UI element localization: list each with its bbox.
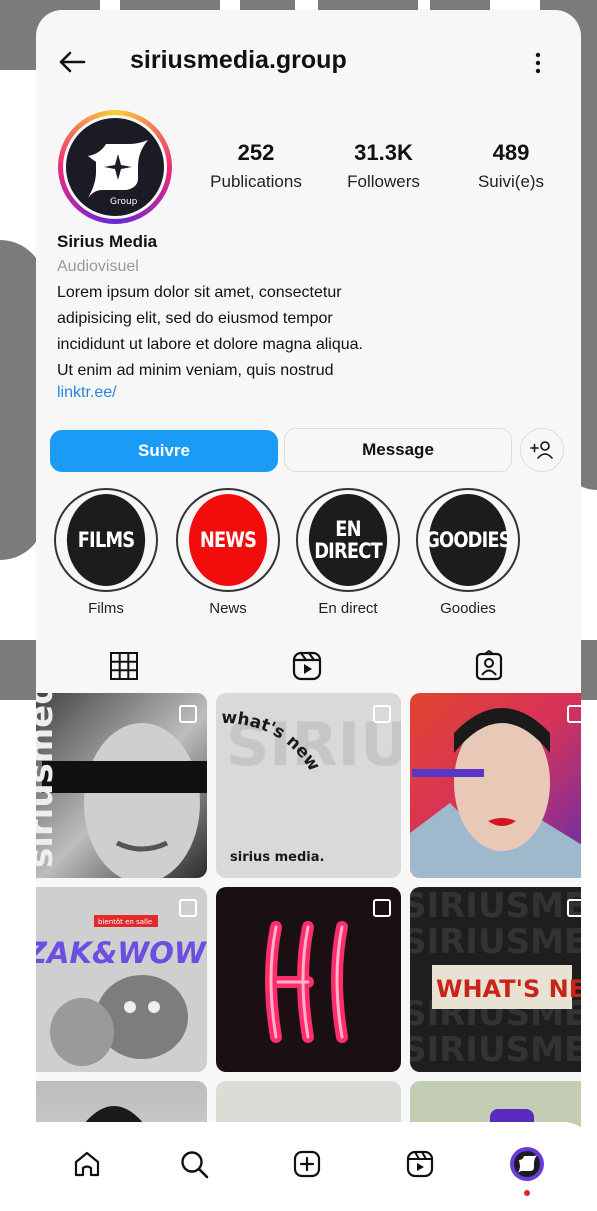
bio-link[interactable]: linktr.ee/ [57, 384, 557, 402]
profile-bio: Sirius Media Audiovisuel Lorem ipsum dol… [57, 232, 557, 402]
bottom-navigation [0, 1122, 597, 1211]
stat-label: Suivi(e)s [477, 172, 545, 191]
bio-line: Ut enim ad minim veniam, quis nostrud [57, 362, 334, 379]
notification-dot [524, 1190, 530, 1196]
multi-post-icon [179, 705, 197, 723]
grid-icon[interactable] [108, 650, 140, 682]
post-thumbnail[interactable] [410, 693, 581, 878]
multi-post-icon [567, 899, 581, 917]
stat-label: Publications [210, 172, 302, 191]
post-thumbnail[interactable]: SIRIUS what's new sirius media. [216, 693, 401, 878]
stat-followers[interactable]: 31.3K Followers [324, 140, 444, 192]
bio-line: incididunt ut labore et dolore magna ali… [57, 336, 363, 353]
highlight-cover-text: NEWS [199, 528, 257, 552]
post-thumbnail[interactable]: HI [216, 887, 401, 1072]
nav-create[interactable] [287, 1144, 327, 1184]
search-icon [181, 1151, 209, 1179]
post-overlay-text: WHAT'S NEW [436, 975, 581, 1003]
story-highlights: FILMS Films NEWS News EN DIRECT En direc… [54, 488, 574, 628]
highlight-cover-text: DIRECT [314, 539, 382, 563]
highlight-news[interactable]: NEWS News [176, 488, 280, 617]
phone-screen: siriusmedia.group Group 252 Publications… [36, 10, 581, 1150]
bio-text: Lorem ipsum dolor sit amet, consectetur … [57, 280, 557, 384]
highlight-en-direct[interactable]: EN DIRECT En direct [296, 488, 400, 617]
highlight-cover: NEWS [188, 494, 268, 586]
post-overlay-text: siriusmedia [36, 693, 61, 868]
create-icon [293, 1150, 321, 1178]
message-button[interactable]: Message [284, 428, 512, 472]
home-icon [74, 1151, 100, 1177]
profile-category: Audiovisuel [57, 258, 139, 275]
back-arrow-icon[interactable] [56, 46, 88, 78]
highlight-films[interactable]: FILMS Films [54, 488, 158, 617]
nav-home[interactable] [67, 1144, 107, 1184]
nav-reels[interactable] [400, 1144, 440, 1184]
stat-label: Followers [347, 172, 420, 191]
post-badge-text: bientôt en salle [98, 918, 152, 926]
highlight-label: News [209, 600, 247, 617]
profile-actions: Suivre Message [50, 428, 566, 472]
post-thumbnail[interactable]: SIRIUSMEDIA SIRIUSMEDIA SIRIUSMEDIA SIRI… [410, 887, 581, 1072]
nav-search[interactable] [174, 1144, 214, 1184]
stat-publications[interactable]: 252 Publications [196, 140, 316, 192]
add-person-icon [530, 441, 553, 459]
content-tabs [36, 644, 581, 688]
top-bar: siriusmedia.group [36, 40, 581, 84]
stat-value: 31.3K [354, 140, 413, 165]
sirius-logo-icon: Group [88, 140, 148, 207]
post-image: SIRIUSMEDIA SIRIUSMEDIA SIRIUSMEDIA SIRI… [410, 887, 581, 1070]
nav-profile[interactable] [507, 1144, 547, 1184]
post-overlay-text: ZAK&WOWO [36, 936, 207, 970]
background-shape [0, 640, 40, 700]
multi-post-icon [567, 705, 581, 723]
highlight-cover-text: EN [335, 517, 361, 541]
post-overlay-text: HI [216, 887, 218, 888]
follow-button[interactable]: Suivre [50, 430, 278, 472]
profile-stats: 252 Publications 31.3K Followers 489 Sui… [196, 140, 571, 192]
profile-display-name: Sirius Media [57, 232, 158, 251]
highlight-goodies[interactable]: GOODIES Goodies [416, 488, 520, 617]
multi-post-icon [373, 705, 391, 723]
post-brand-text: sirius media. [230, 850, 324, 865]
reels-icon [406, 1150, 434, 1178]
post-bg-text: SIRIUSMEDIA [410, 922, 581, 962]
post-bg-text: SIRIUSMEDIA [410, 887, 581, 926]
highlight-cover: GOODIES [425, 494, 512, 586]
profile-avatar-icon [510, 1147, 544, 1181]
profile-avatar[interactable]: Group [58, 110, 172, 224]
post-thumbnail[interactable]: bientôt en salle ZAK&WOWO [36, 887, 207, 1072]
avatar-logo-text: Group [110, 197, 138, 207]
stat-value: 489 [492, 140, 530, 165]
highlight-label: Films [88, 600, 124, 617]
multi-post-icon [179, 899, 197, 917]
more-options-icon[interactable] [528, 50, 548, 76]
highlight-label: Goodies [440, 600, 496, 617]
post-image [410, 708, 581, 878]
bio-line: Lorem ipsum dolor sit amet, consectetur [57, 284, 342, 301]
reels-icon[interactable] [291, 650, 323, 682]
highlight-cover: EN DIRECT [308, 494, 388, 586]
highlight-cover-text: GOODIES [425, 528, 511, 552]
post-thumbnail[interactable]: siriusmedia [36, 693, 207, 878]
stat-following[interactable]: 489 Suivi(e)s [451, 140, 571, 192]
profile-username: siriusmedia.group [130, 46, 347, 74]
highlight-cover: FILMS [66, 494, 146, 586]
tagged-icon[interactable] [473, 650, 505, 682]
post-bg-text: SIRIUSMEDIA [410, 1030, 581, 1070]
multi-post-icon [373, 899, 391, 917]
highlight-label: En direct [318, 600, 378, 617]
stat-value: 252 [237, 140, 275, 165]
highlight-cover-text: FILMS [77, 528, 135, 552]
bio-line: adipisicing elit, sed do eiusmod tempor [57, 310, 333, 327]
add-person-button[interactable] [520, 428, 564, 472]
